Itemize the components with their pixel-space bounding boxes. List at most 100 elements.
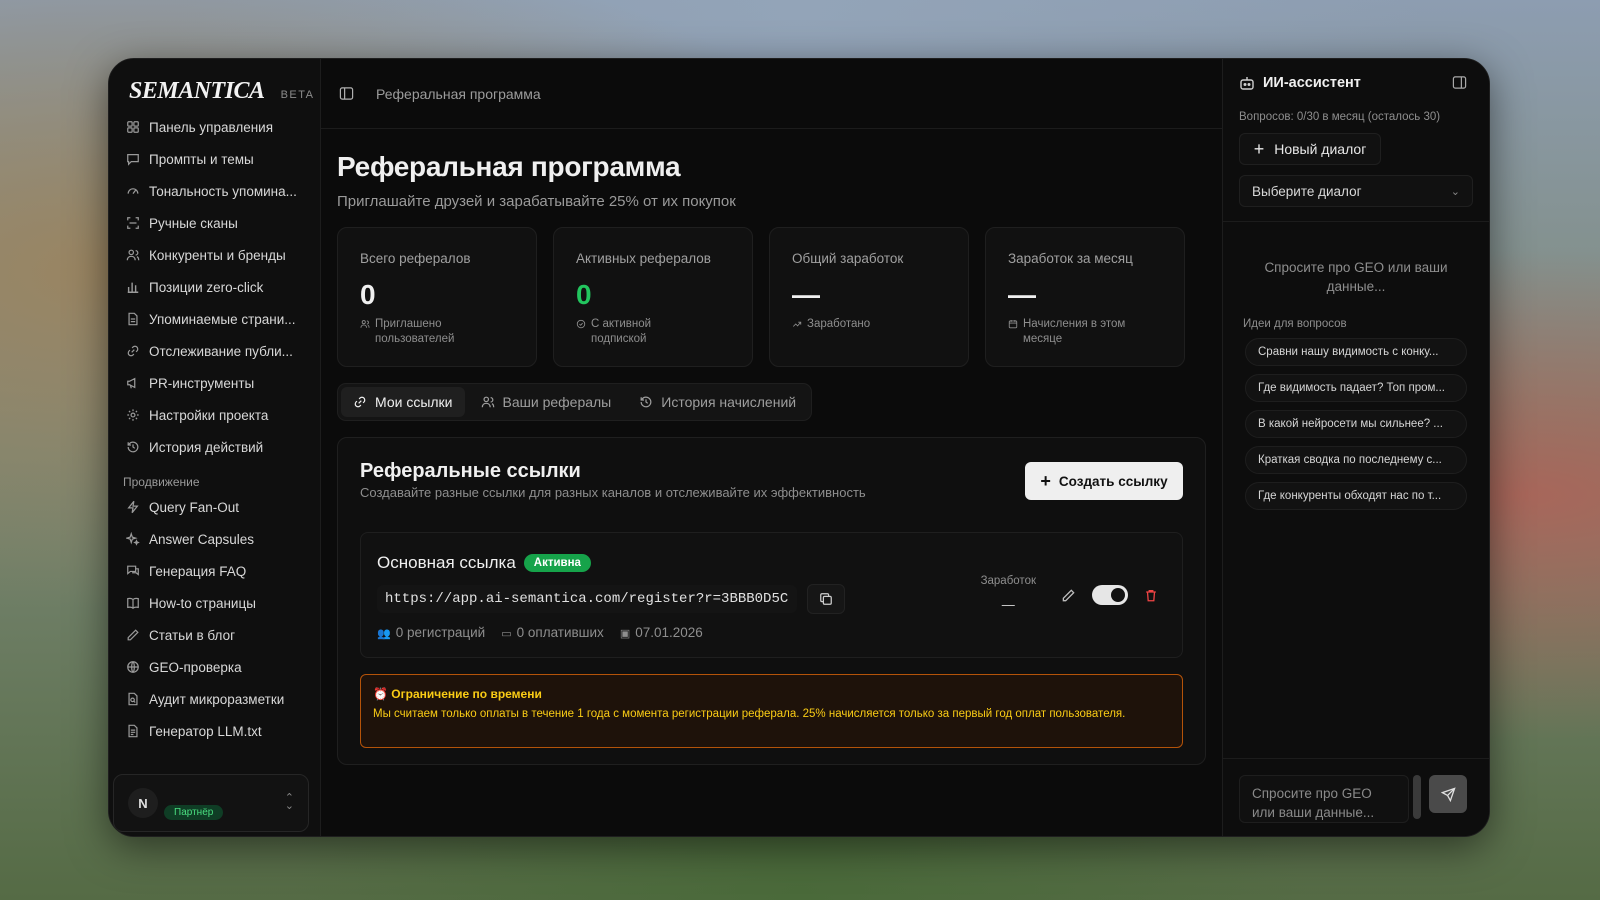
tab-2[interactable]: История начислений [627,387,808,417]
sidebar-item-main-6[interactable]: Упоминаемые страни... [109,303,320,335]
sidebar-item-promo-5[interactable]: GEO-проверка [109,651,320,683]
plus-icon: + [1040,471,1051,491]
dialog-select[interactable]: Выберите диалог ⌄ [1239,175,1473,207]
sidebar-item-main-1[interactable]: Промпты и темы [109,143,320,175]
globe-icon [126,660,140,674]
registrations-count: 0 регистраций [395,625,486,640]
trend-icon [792,319,802,329]
sidebar-item-main-7[interactable]: Отслеживание публи... [109,335,320,367]
sidebar-toggle-icon[interactable] [339,86,354,101]
sidebar-item-label: Ручные сканы [149,215,238,231]
stat-value: — [1008,279,1036,310]
copy-button[interactable] [807,584,845,614]
sidebar-item-promo-6[interactable]: Аудит микроразметки [109,683,320,715]
sidebar-item-main-9[interactable]: Настройки проекта [109,399,320,431]
create-link-button[interactable]: + Создать ссылку [1025,462,1183,500]
send-button[interactable] [1429,775,1467,813]
idea-chip[interactable]: Сравни нашу видимость с конку... [1245,338,1467,366]
ideas-list: Сравни нашу видимость с конку... Где види… [1223,338,1489,510]
new-dialog-button[interactable]: + Новый диалог [1239,133,1381,165]
stat-note: С активной подпиской [576,317,752,347]
users-icon [481,395,495,409]
users-icon: 👥 [377,628,391,640]
stat-note-text: Заработано [807,318,871,330]
clock-icon: ⏰ [373,687,388,701]
book-icon [126,596,140,610]
sidebar-item-label: Генератор LLM.txt [149,723,262,739]
time-limit-warning: ⏰ Ограничение по времени Мы считаем толь… [360,674,1183,748]
sidebar-item-label: Позиции zero-click [149,279,264,295]
sparkles-icon [126,532,140,546]
gauge-icon [126,184,140,198]
dialog-select-value: Выберите диалог [1252,183,1362,199]
tab-label: Мои ссылки [375,394,453,410]
plus-icon: + [1253,139,1265,159]
link-icon [353,395,367,409]
card-icon: ▭ [501,628,512,640]
stat-note: Заработано [792,317,968,332]
sidebar-item-label: Промпты и темы [149,151,254,167]
sidebar-item-label: История действий [149,439,264,455]
panel-toggle-icon[interactable] [1452,75,1467,90]
user-menu[interactable]: N Партнёр ⌃ ⌄ [113,774,309,832]
sidebar-item-promo-0[interactable]: Query Fan-Out [109,491,320,523]
sidebar-item-main-3[interactable]: Ручные сканы [109,207,320,239]
bolt-icon [126,500,140,514]
sidebar-item-label: Генерация FAQ [149,563,247,579]
sidebar-item-main-2[interactable]: Тональность упомина... [109,175,320,207]
sidebar-item-promo-7[interactable]: Генератор LLM.txt [109,715,320,747]
sidebar-item-label: Answer Capsules [149,531,255,547]
idea-chip[interactable]: Где конкуренты обходят нас по т... [1245,482,1467,510]
gear-icon [126,408,140,422]
earnings-value: — [1001,597,1015,612]
idea-chip[interactable]: В какой нейросети мы сильнее? ... [1245,410,1467,438]
stat-value: 0 [360,279,376,310]
referral-links-card: Реферальные ссылки Создавайте разные ссы… [337,437,1206,765]
stat-note-text: С активной подпиской [591,318,652,345]
logo[interactable]: SEMANTICA [129,78,265,105]
sidebar-item-label: Отслеживание публи... [149,343,293,359]
sidebar-item-promo-4[interactable]: Статьи в блог [109,619,320,651]
sidebar-item-promo-3[interactable]: How-to страницы [109,587,320,619]
message-icon [126,152,140,166]
chat-icon [126,564,140,578]
sidebar-item-main-10[interactable]: История действий [109,431,320,463]
sidebar-item-main-0[interactable]: Панель управления [109,111,320,143]
ai-empty-state: Спросите про GEO или ваши данные... [1264,260,1448,294]
sidebar-item-promo-1[interactable]: Answer Capsules [109,523,320,555]
tab-0[interactable]: Мои ссылки [341,387,465,417]
referral-url[interactable]: https://app.ai-semantica.com/register?r=… [377,585,797,613]
sidebar-item-main-5[interactable]: Позиции zero-click [109,271,320,303]
input-scrollbar[interactable] [1413,775,1421,819]
stat-card: Общий заработок — Заработано [769,227,969,367]
tab-1[interactable]: Ваши рефералы [469,387,624,417]
status-badge: Активна [523,554,591,572]
tab-label: Ваши рефералы [502,394,612,410]
pencil-icon [126,628,140,642]
stat-label: Всего рефералов [360,251,471,266]
sidebar-item-label: Упоминаемые страни... [149,311,296,327]
link-active-toggle[interactable] [1092,585,1128,605]
page-title: Реферальная программа [337,151,681,182]
earnings-label: Заработок [980,575,1036,587]
stat-note-text: Приглашено пользователей [375,318,455,345]
sidebar-item-main-4[interactable]: Конкуренты и бренды [109,239,320,271]
stat-label: Заработок за месяц [1008,251,1133,266]
sidebar-item-main-8[interactable]: PR-инструменты [109,367,320,399]
main-content: Реферальная программа Реферальная програ… [321,59,1223,836]
warning-text: Мы считаем только оплаты в течение 1 год… [373,708,1126,720]
sidebar-item-label: Тональность упомина... [149,183,297,199]
idea-chip[interactable]: Где видимость падает? Топ пром... [1245,374,1467,402]
trash-icon[interactable] [1144,588,1158,603]
scan-icon [126,216,140,230]
ai-question-input[interactable]: Спросите про GEO или ваши данные... [1239,775,1409,823]
idea-chip[interactable]: Краткая сводка по последнему с... [1245,446,1467,474]
sidebar-item-label: PR-инструменты [149,375,255,391]
bot-icon [1240,77,1254,90]
divider [1223,221,1489,222]
sidebar-item-promo-2[interactable]: Генерация FAQ [109,555,320,587]
main-nav: Панель управления Промпты и темы Тональнос… [109,111,320,463]
tab-label: История начислений [661,394,797,410]
ai-quota: Вопросов: 0/30 в месяц (осталось 30) [1239,111,1441,123]
edit-icon[interactable] [1061,588,1076,603]
